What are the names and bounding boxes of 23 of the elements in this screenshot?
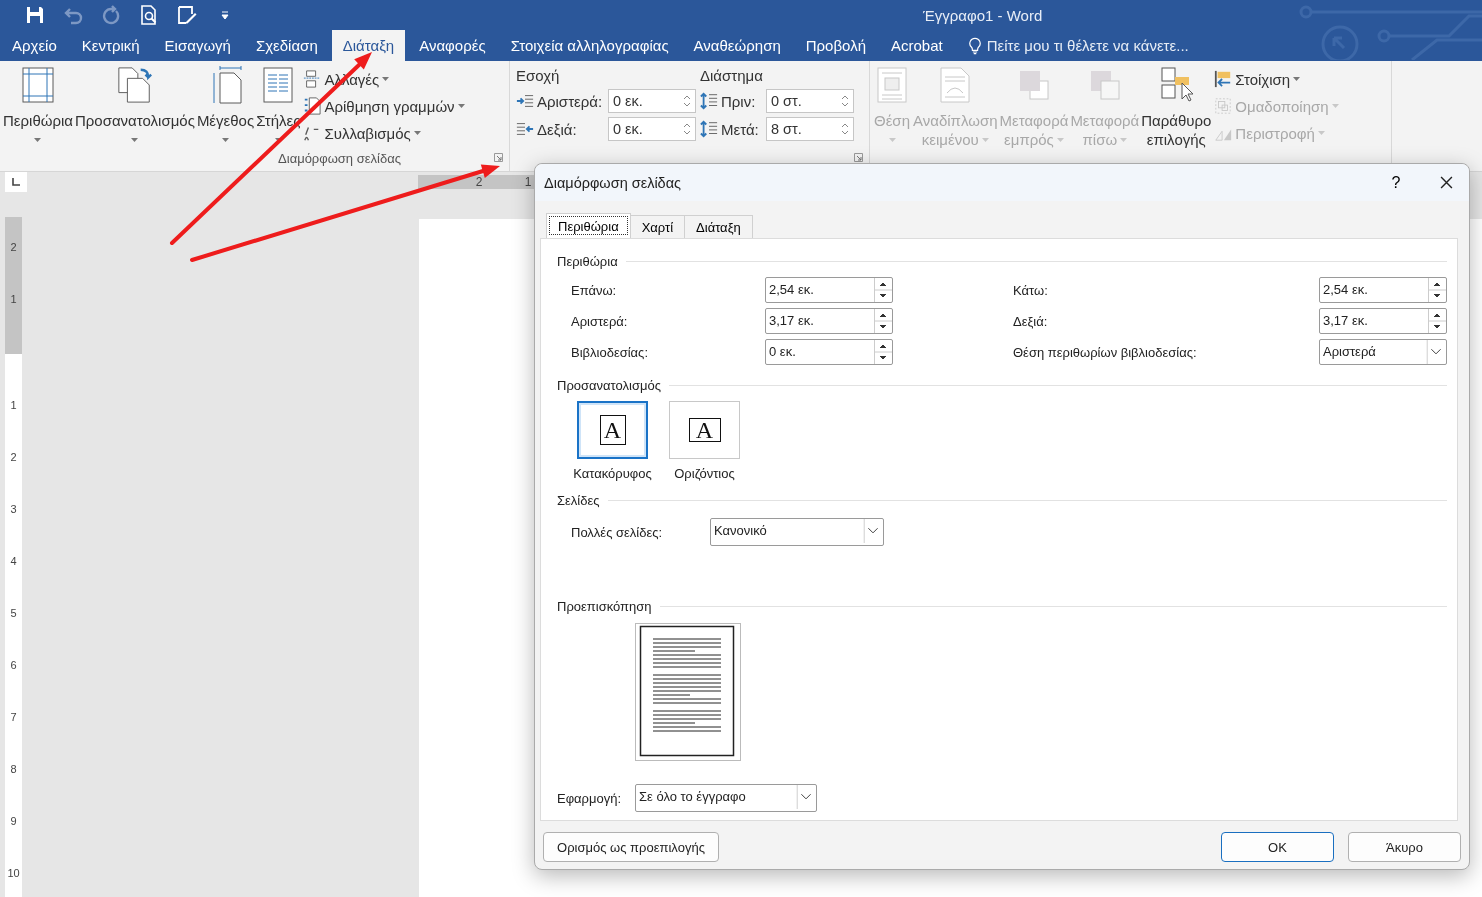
field-label: Εφαρμογή: [557, 790, 623, 806]
group-label: Διαμόρφωση σελίδας [278, 151, 401, 166]
section-heading: Προσανατολισμός [557, 377, 661, 393]
field-label: Πολλές σελίδες: [571, 524, 664, 540]
field-label: Μετά: [721, 120, 760, 138]
group-heading: Διάστημα [700, 66, 764, 86]
field-label: Δεξιά: [1013, 313, 1049, 329]
field-label: Αριστερά: [571, 313, 629, 329]
section-heading: Σελίδες [557, 492, 600, 508]
dialog-title: Διαμόρφωση σελίδας [544, 174, 683, 191]
orientation-label: Οριζόντιος [674, 466, 735, 481]
section-heading: Προεπισκόπηση [557, 598, 652, 614]
window-title: Έγγραφο1 - Word [923, 6, 1043, 24]
field-label: Βιβλιοδεσίας: [571, 344, 649, 360]
orientation-label: Κατακόρυφος [573, 466, 652, 481]
field-label: Επάνω: [571, 282, 618, 298]
section-heading: Περιθώρια [557, 253, 618, 269]
group-heading: Εσοχή [516, 66, 561, 86]
field-label: Αριστερά: [537, 92, 604, 110]
field-label: Θέση περιθωρίων βιβλιοδεσίας: [1013, 344, 1198, 360]
field-label: Πριν: [721, 92, 757, 110]
field-label: Δεξιά: [537, 120, 578, 138]
field-label: Κάτω: [1013, 282, 1049, 298]
